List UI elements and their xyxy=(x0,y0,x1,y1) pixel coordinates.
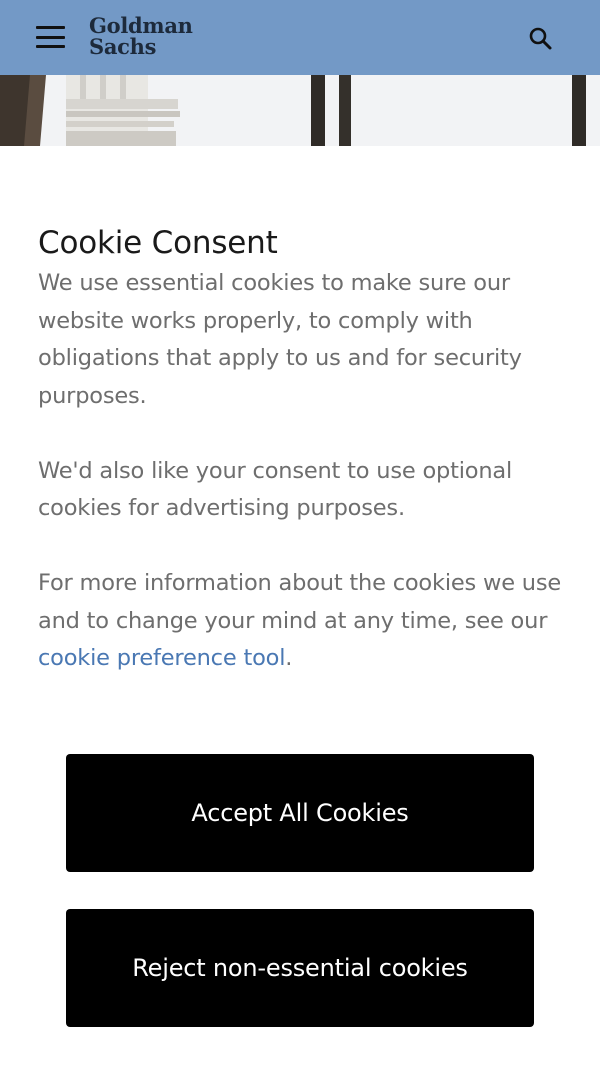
hero-image xyxy=(0,75,600,146)
consent-paragraph-essential: We use essential cookies to make sure ou… xyxy=(38,270,522,409)
menu-bar xyxy=(36,35,65,39)
reject-non-essential-cookies-button[interactable]: Reject non-essential cookies xyxy=(66,909,534,1027)
logo-line-1: Goldman xyxy=(89,13,193,38)
search-icon[interactable] xyxy=(527,25,555,53)
more-info-period: . xyxy=(285,645,293,671)
cookie-preference-tool-link[interactable]: cookie preference tool xyxy=(38,645,285,671)
menu-bar xyxy=(36,26,65,29)
hamburger-menu-icon[interactable] xyxy=(36,26,65,48)
menu-bar xyxy=(36,45,65,48)
consent-paragraph-more-info: For more information about the cookies w… xyxy=(38,565,566,678)
cookie-consent-dialog: Cookie Consent We use essential cookies … xyxy=(0,146,600,1065)
consent-title: Cookie Consent xyxy=(38,225,278,261)
more-info-text: For more information about the cookies w… xyxy=(38,570,562,634)
consent-body: We use essential cookies to make sure ou… xyxy=(38,265,566,715)
logo-line-2: Sachs xyxy=(89,34,157,59)
accept-all-cookies-button[interactable]: Accept All Cookies xyxy=(66,754,534,872)
consent-paragraph-optional: We'd also like your consent to use optio… xyxy=(38,457,513,522)
site-header: Goldman Sachs xyxy=(0,0,600,75)
search-icon-graphic xyxy=(529,27,552,50)
hero-image-graphic xyxy=(0,75,600,146)
goldman-sachs-logo[interactable]: Goldman Sachs xyxy=(89,15,193,57)
